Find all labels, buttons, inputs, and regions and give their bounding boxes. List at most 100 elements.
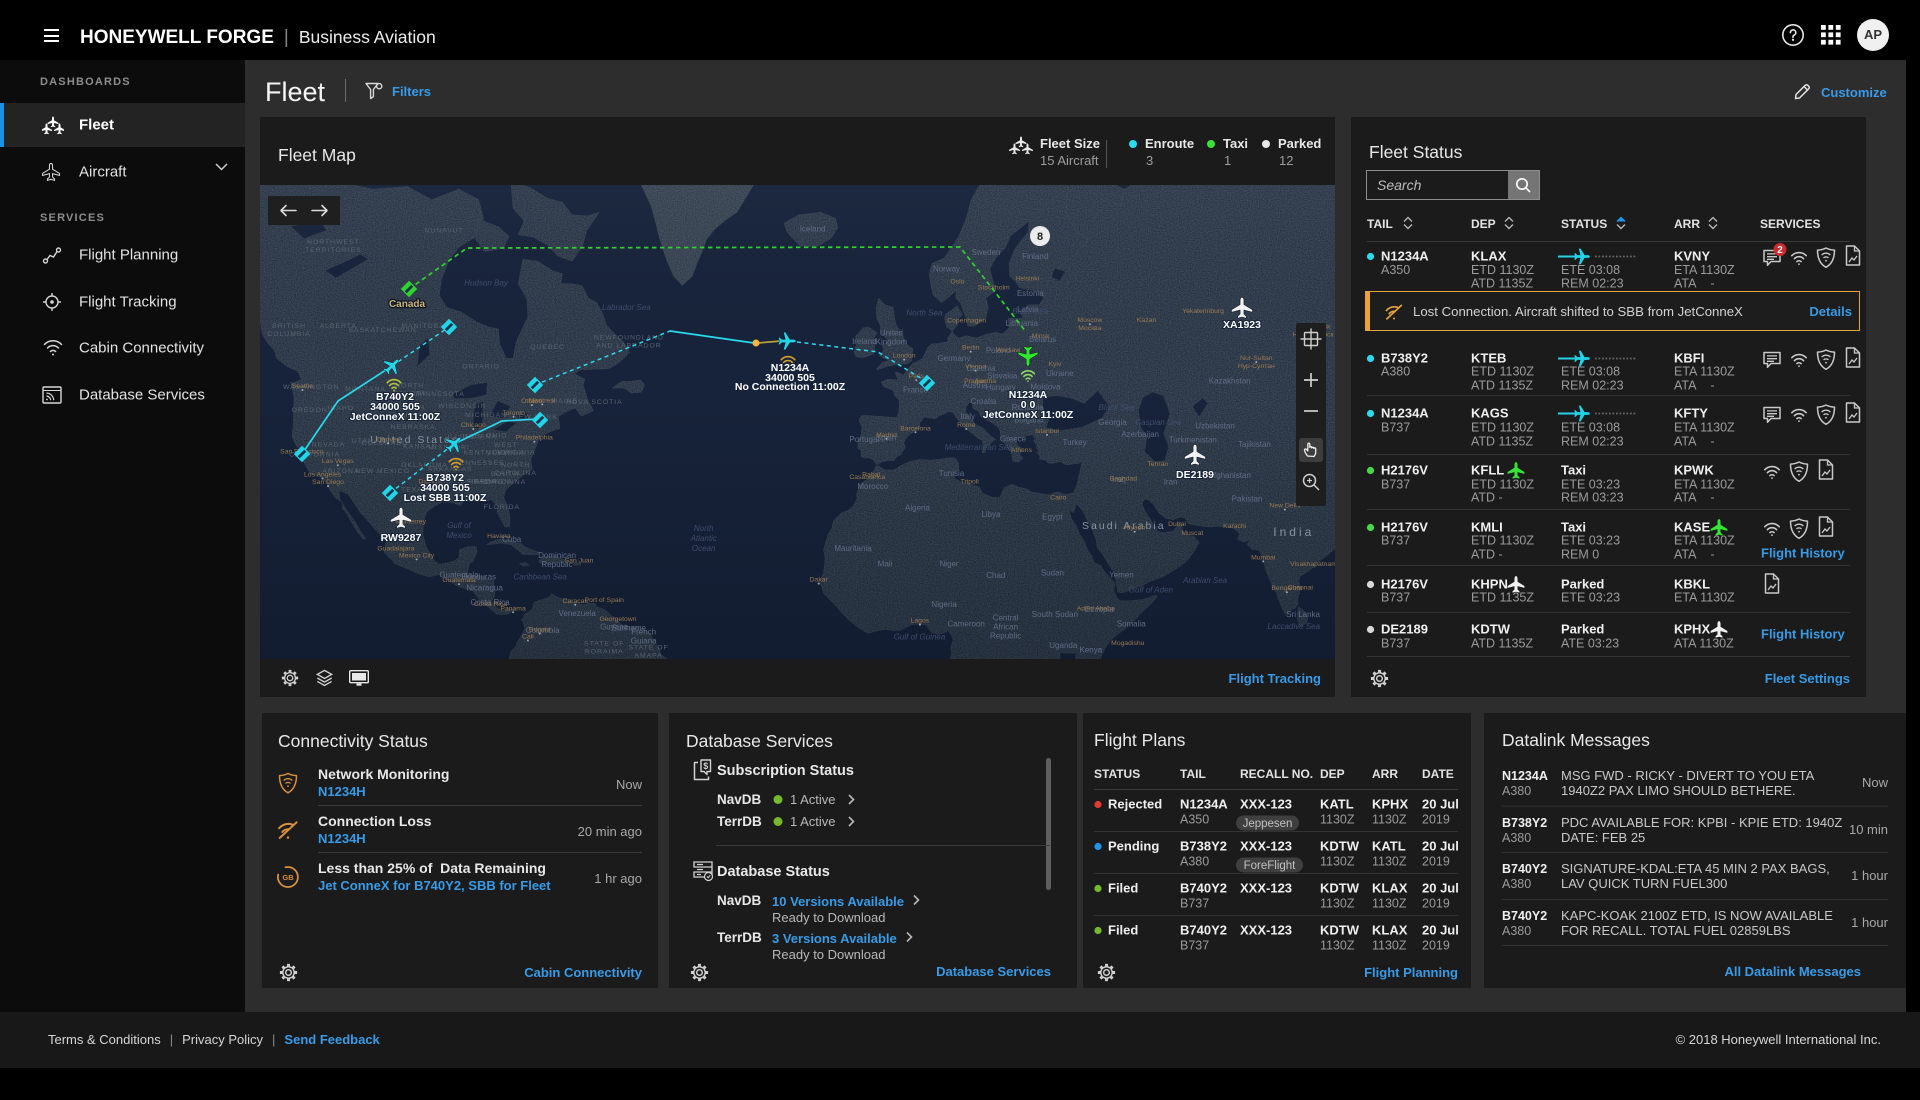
svg-text:Mogadishu: Mogadishu xyxy=(1111,640,1144,647)
svg-text:1940Z2 PAX LIMO SHOULD BETHERE: 1940Z2 PAX LIMO SHOULD BETHERE. xyxy=(1561,783,1796,798)
svg-text:ONTARIO: ONTARIO xyxy=(462,364,499,371)
svg-text:1130Z: 1130Z xyxy=(1320,855,1355,869)
svg-text:Iceland: Iceland xyxy=(800,224,826,233)
svg-text:Gulf ofMexico: Gulf ofMexico xyxy=(446,521,472,540)
svg-text:UnitedKingdom: UnitedKingdom xyxy=(876,329,908,347)
svg-text:Gulf of Guinea: Gulf of Guinea xyxy=(894,633,946,642)
svg-text:Estonia: Estonia xyxy=(1017,289,1044,298)
svg-text:Chad: Chad xyxy=(986,571,1005,580)
svg-text:Muscat: Muscat xyxy=(1181,530,1203,537)
svg-text:Los Angeles: Los Angeles xyxy=(304,472,342,479)
svg-text:ETD 1130Z: ETD 1130Z xyxy=(1471,365,1534,379)
svg-text:Egypt: Egypt xyxy=(1042,512,1063,521)
svg-text:Pakistan: Pakistan xyxy=(1232,494,1263,503)
svg-text:Tajikistan: Tajikistan xyxy=(1238,440,1271,449)
svg-text:KFTY: KFTY xyxy=(1674,406,1708,421)
svg-text:Rome: Rome xyxy=(957,422,975,429)
svg-text:Baghdad: Baghdad xyxy=(1110,476,1137,483)
svg-text:India: India xyxy=(1273,525,1314,539)
svg-text:ATD 1135Z: ATD 1135Z xyxy=(1471,637,1533,651)
svg-text:Croatia: Croatia xyxy=(971,397,997,406)
svg-text:Copenhagen: Copenhagen xyxy=(947,318,986,325)
svg-text:Afghanistan: Afghanistan xyxy=(1209,471,1251,480)
svg-text:Kazan: Kazan xyxy=(1137,317,1156,324)
svg-text:Guadalajara: Guadalajara xyxy=(377,546,414,553)
svg-text:Tripoli: Tripoli xyxy=(961,479,980,486)
svg-text:ARR: ARR xyxy=(1372,767,1398,781)
svg-text:NOVA SCOTIA: NOVA SCOTIA xyxy=(566,399,623,406)
svg-text:London: London xyxy=(893,353,916,360)
svg-text:Italy: Italy xyxy=(960,412,975,421)
svg-text:FLORIDA: FLORIDA xyxy=(484,504,520,511)
svg-text:ETE 03:08: ETE 03:08 xyxy=(1561,365,1620,379)
svg-text:B737: B737 xyxy=(1381,421,1410,435)
svg-text:ETE 03:23: ETE 03:23 xyxy=(1561,591,1620,605)
svg-text:ATA -: ATA - xyxy=(1674,435,1715,449)
svg-text:REM 02:23: REM 02:23 xyxy=(1561,435,1624,449)
svg-text:NEW MEXICO: NEW MEXICO xyxy=(355,468,410,475)
svg-text:ETD 1135Z: ETD 1135Z xyxy=(1471,591,1534,605)
svg-text:Fleet Size: Fleet Size xyxy=(1040,136,1100,151)
svg-text:Enroute: Enroute xyxy=(1145,136,1194,151)
svg-text:1: 1 xyxy=(1224,153,1231,168)
svg-text:Visakhapatnam: Visakhapatnam xyxy=(1290,561,1335,568)
svg-text:REM 02:23: REM 02:23 xyxy=(1561,379,1624,393)
svg-text:STATE OFAMAPA: STATE OFAMAPA xyxy=(628,644,668,659)
svg-text:Prague: Prague xyxy=(964,378,986,385)
svg-text:RECALL NO.: RECALL NO. xyxy=(1240,767,1313,781)
svg-text:FOR RECALL. TOTAL FUEL 02859LB: FOR RECALL. TOTAL FUEL 02859LBS xyxy=(1561,923,1791,938)
svg-text:Oslo: Oslo xyxy=(950,279,964,286)
svg-text:2019: 2019 xyxy=(1422,939,1450,953)
svg-text:KATL: KATL xyxy=(1320,797,1354,812)
svg-text:NORTHWESTTERRITORIES: NORTHWESTTERRITORIES xyxy=(305,239,362,254)
svg-text:Chennai: Chennai xyxy=(1288,585,1314,592)
svg-text:KPHX: KPHX xyxy=(1674,622,1710,637)
svg-text:NorthAtlanticOcean: NorthAtlanticOcean xyxy=(690,524,717,553)
svg-text:A350: A350 xyxy=(1180,813,1209,827)
svg-text:LAV QUICK TURN FUEL300: LAV QUICK TURN FUEL300 xyxy=(1561,876,1727,891)
svg-text:ATD -: ATD - xyxy=(1471,491,1503,505)
svg-text:Cali: Cali xyxy=(522,634,534,641)
svg-text:ATA -: ATA - xyxy=(1674,277,1715,291)
svg-text:KMLI: KMLI xyxy=(1471,520,1503,535)
svg-text:Helsinki: Helsinki xyxy=(1015,276,1039,283)
svg-text:Ireland: Ireland xyxy=(852,337,876,346)
svg-text:1130Z: 1130Z xyxy=(1372,813,1407,827)
svg-text:KATL: KATL xyxy=(1372,839,1406,854)
svg-text:1130Z: 1130Z xyxy=(1320,897,1355,911)
svg-text:Taxi: Taxi xyxy=(1561,520,1586,535)
svg-text:TAIL: TAIL xyxy=(1180,767,1206,781)
svg-text:1 Active: 1 Active xyxy=(790,814,836,829)
svg-text:ETA 1130Z: ETA 1130Z xyxy=(1674,263,1735,277)
svg-text:ETA 1130Z: ETA 1130Z xyxy=(1674,365,1735,379)
svg-text:ETE 03:23: ETE 03:23 xyxy=(1561,478,1620,492)
svg-text:Montreal: Montreal xyxy=(529,397,556,404)
svg-text:1130Z: 1130Z xyxy=(1372,897,1407,911)
svg-text:FrenchGuiana: FrenchGuiana xyxy=(631,628,657,646)
svg-text:Baltic Sea: Baltic Sea xyxy=(1012,307,1049,316)
svg-text:Canada: Canada xyxy=(389,299,426,310)
svg-text:Sudan: Sudan xyxy=(1041,569,1064,578)
svg-text:JetConneX 11:00Z: JetConneX 11:00Z xyxy=(350,411,441,423)
svg-text:H2176V: H2176V xyxy=(1381,520,1428,535)
svg-text:B738Y2: B738Y2 xyxy=(1180,839,1227,854)
svg-text:ETA 1130Z: ETA 1130Z xyxy=(1674,534,1735,548)
svg-text:XXX-123: XXX-123 xyxy=(1240,797,1292,812)
svg-text:ATA -: ATA - xyxy=(1674,548,1715,562)
svg-text:XXX-123: XXX-123 xyxy=(1240,923,1292,938)
svg-text:2019: 2019 xyxy=(1422,855,1450,869)
svg-text:Barcelona: Barcelona xyxy=(900,425,931,432)
svg-text:B737: B737 xyxy=(1381,478,1410,492)
svg-text:NEBRASKA: NEBRASKA xyxy=(391,424,436,431)
svg-text:MINNESOTA: MINNESOTA xyxy=(416,391,465,398)
svg-text:Filed: Filed xyxy=(1108,881,1138,896)
svg-text:Costa Rica: Costa Rica xyxy=(474,601,507,608)
svg-text:San Juan: San Juan xyxy=(565,558,594,565)
svg-text:Filed: Filed xyxy=(1108,923,1138,938)
svg-text:Libya: Libya xyxy=(981,510,1001,519)
svg-text:ETD 1130Z: ETD 1130Z xyxy=(1471,421,1534,435)
svg-text:Caspian Sea: Caspian Sea xyxy=(1135,418,1181,427)
svg-text:1130Z: 1130Z xyxy=(1320,813,1355,827)
svg-text:North Sea: North Sea xyxy=(906,309,943,318)
svg-text:20 Jul: 20 Jul xyxy=(1422,923,1459,938)
